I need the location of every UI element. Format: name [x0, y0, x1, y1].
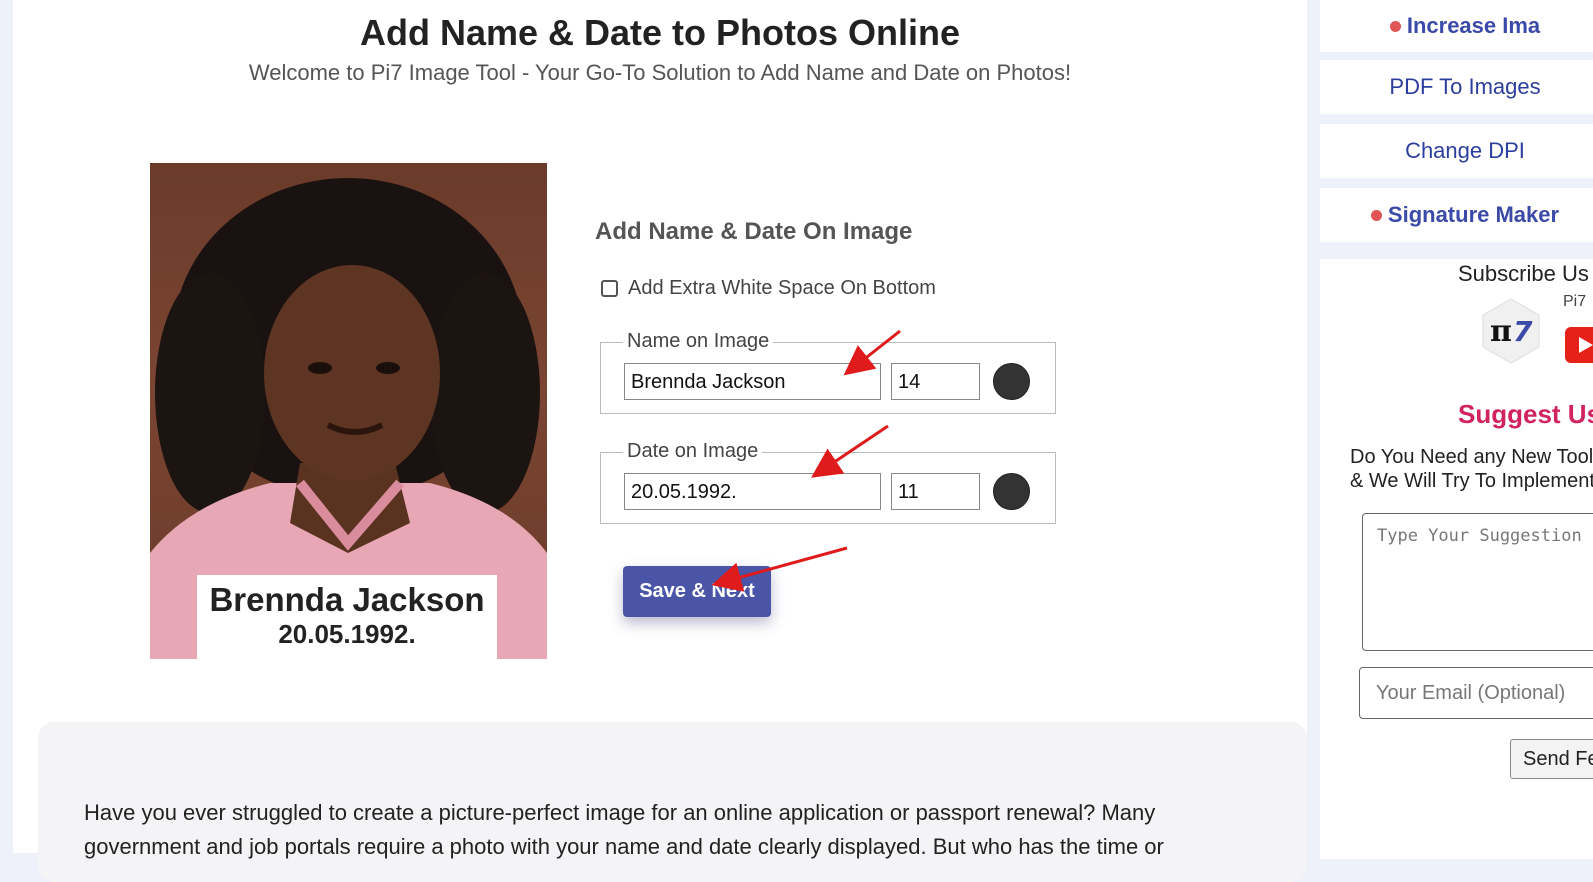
- suggestion-textarea[interactable]: Type Your Suggestion: [1362, 513, 1593, 651]
- sidebar-item-signature-maker[interactable]: Signature Maker: [1320, 188, 1593, 242]
- sidebar-panel: Subscribe Us π 7 Pi7 Suggest Us Do You N…: [1320, 259, 1593, 859]
- date-input[interactable]: 20.05.1992.: [624, 473, 881, 510]
- date-size-input[interactable]: 11: [891, 473, 980, 510]
- name-color-picker[interactable]: [993, 363, 1030, 400]
- photo-caption: Brennda Jackson 20.05.1992.: [197, 575, 497, 659]
- svg-text:7: 7: [1513, 315, 1533, 348]
- sidebar-item-pdf-to-images[interactable]: PDF To Images: [1320, 60, 1593, 114]
- article-text: Have you ever struggled to create a pict…: [84, 800, 1164, 859]
- caption-date: 20.05.1992.: [278, 619, 416, 649]
- preview-photo: Brennda Jackson 20.05.1992.: [150, 163, 547, 659]
- extra-space-label: Add Extra White Space On Bottom: [628, 277, 936, 299]
- name-size-input[interactable]: 14: [891, 363, 980, 400]
- name-fieldset: Name on Image Brennda Jackson 14: [600, 330, 1056, 414]
- email-input[interactable]: Your Email (Optional): [1359, 667, 1593, 719]
- extra-space-checkbox[interactable]: [601, 280, 618, 297]
- main-content: Add Name & Date to Photos Online Welcome…: [13, 0, 1307, 882]
- sidebar-item-increase-image[interactable]: Increase Ima: [1320, 0, 1593, 52]
- name-input[interactable]: Brennda Jackson: [624, 363, 881, 400]
- youtube-icon[interactable]: [1565, 327, 1593, 363]
- caption-name: Brennda Jackson: [209, 581, 485, 618]
- suggest-description: Do You Need any New Tool? Tell Us & We W…: [1350, 446, 1593, 492]
- sidebar-item-change-dpi[interactable]: Change DPI: [1320, 124, 1593, 178]
- send-feedback-button[interactable]: Send Feedback: [1510, 739, 1593, 779]
- subscribe-title: Subscribe Us: [1458, 261, 1589, 286]
- date-fieldset: Date on Image 20.05.1992. 11: [600, 440, 1056, 524]
- date-color-picker[interactable]: [993, 473, 1030, 510]
- save-next-button[interactable]: Save & Next: [623, 566, 771, 617]
- pi7-logo-icon[interactable]: π 7: [1480, 297, 1542, 365]
- sidebar-item-label: Signature Maker: [1387, 202, 1560, 227]
- sidebar-item-label: Change DPI: [1405, 138, 1525, 163]
- new-badge-dot: [1389, 20, 1401, 32]
- sidebar-item-label: PDF To Images: [1389, 74, 1541, 99]
- article-section: Have you ever struggled to create a pict…: [38, 722, 1307, 882]
- sidebar-item-label: Increase Ima: [1406, 13, 1541, 38]
- extra-space-option[interactable]: Add Extra White Space On Bottom: [601, 277, 936, 300]
- suggest-title: Suggest Us: [1458, 399, 1593, 429]
- name-legend: Name on Image: [623, 330, 774, 353]
- channel-label: Pi7: [1563, 293, 1587, 310]
- page-title: Add Name & Date to Photos Online: [359, 12, 961, 53]
- new-badge-dot: [1370, 209, 1382, 221]
- form-heading: Add Name & Date On Image: [595, 218, 913, 245]
- page-subtitle: Welcome to Pi7 Image Tool - Your Go-To S…: [248, 60, 1072, 85]
- svg-text:π: π: [1490, 314, 1512, 349]
- date-legend: Date on Image: [623, 440, 763, 463]
